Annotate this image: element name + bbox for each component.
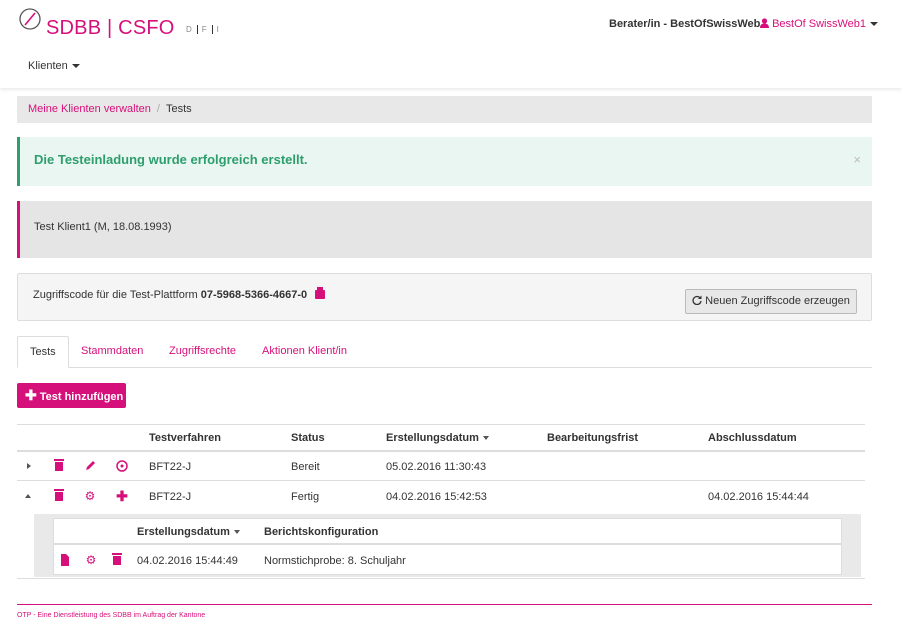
lang-d[interactable]: D	[186, 25, 197, 34]
tab-stammdaten[interactable]: Stammdaten	[69, 336, 155, 368]
top-header: SDBB | CSFO DFI Berater/in - BestOfSwiss…	[0, 0, 902, 88]
lang-i[interactable]: I	[211, 25, 224, 34]
col-abschlussdatum[interactable]: Abschlussdatum	[708, 432, 797, 444]
nav-klienten-dropdown[interactable]: Klienten	[28, 60, 80, 72]
col-testverfahren[interactable]: Testverfahren	[149, 432, 221, 444]
access-code-value: 07-5968-5366-4667-0	[200, 289, 308, 301]
access-code-panel: Zugriffscode für die Test-Plattform 07-5…	[17, 273, 872, 321]
cell-erstellung: 04.02.2016 15:42:53	[386, 491, 487, 503]
tab-aktionen-klient[interactable]: Aktionen Klient/in	[250, 336, 359, 368]
col-status[interactable]: Status	[291, 432, 325, 444]
cell-abschluss: 04.02.2016 15:44:44	[708, 491, 809, 503]
table-header: Testverfahren Status Erstellungsdatum Be…	[17, 424, 865, 452]
regenerate-code-label: Neuen Zugriffscode erzeugen	[705, 295, 850, 307]
access-code-text: Zugriffscode für die Test-Plattform 07-5…	[33, 287, 326, 301]
cell-status: Bereit	[291, 461, 320, 473]
col-erstellungsdatum[interactable]: Erstellungsdatum	[386, 432, 489, 444]
lang-f[interactable]: F	[196, 25, 212, 34]
gear-icon[interactable]: ⚙	[84, 489, 96, 503]
print-icon[interactable]	[315, 287, 326, 299]
reports-subtable: Erstellungsdatum Berichtskonfiguration ⚙…	[53, 518, 842, 575]
access-code-prefix: Zugriffscode für die Test-Plattform	[33, 289, 198, 301]
breadcrumb-separator: /	[156, 103, 160, 115]
start-circle-icon[interactable]	[116, 459, 128, 473]
cell-erstellung: 05.02.2016 11:30:43	[386, 461, 487, 473]
logo-text[interactable]: SDBB | CSFO	[46, 17, 175, 40]
trash-icon[interactable]	[112, 553, 122, 565]
collapse-row-icon[interactable]	[25, 494, 31, 498]
footer-divider	[17, 604, 872, 605]
subtable-header: Erstellungsdatum Berichtskonfiguration	[54, 519, 841, 545]
expand-row-icon[interactable]	[27, 463, 31, 469]
plus-icon: ✚	[25, 387, 37, 403]
close-icon[interactable]: ×	[853, 152, 861, 167]
plus-icon[interactable]: ✚	[116, 489, 128, 503]
alert-message: Die Testeinladung wurde erfolgreich erst…	[34, 152, 308, 167]
cell-verfahren: BFT22-J	[149, 491, 192, 503]
reports-subtable-container: Erstellungsdatum Berichtskonfiguration ⚙…	[34, 514, 861, 577]
regenerate-code-button[interactable]: Neuen Zugriffscode erzeugen	[685, 289, 857, 314]
breadcrumb-parent-link[interactable]: Meine Klienten verwalten	[28, 103, 151, 115]
table-row: BFT22-J Bereit 05.02.2016 11:30:43	[17, 452, 865, 481]
cell-verfahren: BFT22-J	[149, 461, 192, 473]
user-name: BestOf SwissWeb1	[772, 18, 867, 30]
subtable-row: ⚙ 04.02.2016 15:44:49 Normstichprobe: 8.…	[54, 546, 841, 575]
subcol-erstellungsdatum-label: Erstellungsdatum	[137, 526, 230, 538]
gear-icon[interactable]: ⚙	[85, 553, 97, 567]
file-icon[interactable]	[59, 553, 71, 567]
compass-logo-icon	[19, 8, 41, 30]
chevron-down-icon	[71, 64, 80, 69]
success-alert: Die Testeinladung wurde erfolgreich erst…	[17, 137, 872, 186]
subcol-erstellungsdatum[interactable]: Erstellungsdatum	[137, 526, 240, 538]
cell-status: Fertig	[291, 491, 320, 503]
footer-text: OTP - Eine Dienstleistung des SDBB im Au…	[17, 612, 206, 619]
table-bottom-divider	[17, 578, 865, 579]
role-label: Berater/in - BestOfSwissWeb	[609, 18, 761, 30]
client-panel: Test Klient1 (M, 18.08.1993)	[17, 201, 872, 258]
breadcrumb-current: Tests	[165, 103, 192, 115]
col-bearbeitungsfrist[interactable]: Bearbeitungsfrist	[547, 432, 638, 444]
add-test-label: Test hinzufügen	[39, 391, 124, 403]
col-erstellungsdatum-label: Erstellungsdatum	[386, 432, 479, 444]
table-row: ⚙ ✚ BFT22-J Fertig 04.02.2016 15:42:53 0…	[17, 482, 865, 511]
language-switcher: DFI	[186, 25, 224, 34]
subcol-berichtskonfiguration[interactable]: Berichtskonfiguration	[264, 526, 378, 538]
breadcrumb: Meine Klienten verwalten / Tests	[17, 96, 872, 123]
add-test-button[interactable]: ✚ Test hinzufügen	[17, 383, 126, 408]
pencil-icon[interactable]	[84, 459, 96, 473]
client-label: Test Klient1 (M, 18.08.1993)	[34, 221, 172, 233]
tab-bar: Tests Stammdaten Zugriffsrechte Aktionen…	[17, 336, 872, 368]
subcell-konfiguration: Normstichprobe: 8. Schuljahr	[264, 555, 406, 567]
trash-icon[interactable]	[54, 459, 64, 471]
user-menu[interactable]: BestOf SwissWeb1	[760, 18, 879, 30]
trash-icon[interactable]	[54, 489, 64, 501]
chevron-down-icon	[870, 22, 879, 27]
sort-desc-icon	[482, 436, 489, 441]
tab-zugriffsrechte[interactable]: Zugriffsrechte	[157, 336, 248, 368]
refresh-icon	[692, 295, 702, 306]
tab-tests[interactable]: Tests	[17, 336, 69, 368]
subcell-erstellung: 04.02.2016 15:44:49	[137, 555, 238, 567]
nav-klienten-label: Klienten	[28, 60, 68, 72]
user-icon	[760, 18, 769, 28]
sort-desc-icon	[233, 530, 240, 535]
